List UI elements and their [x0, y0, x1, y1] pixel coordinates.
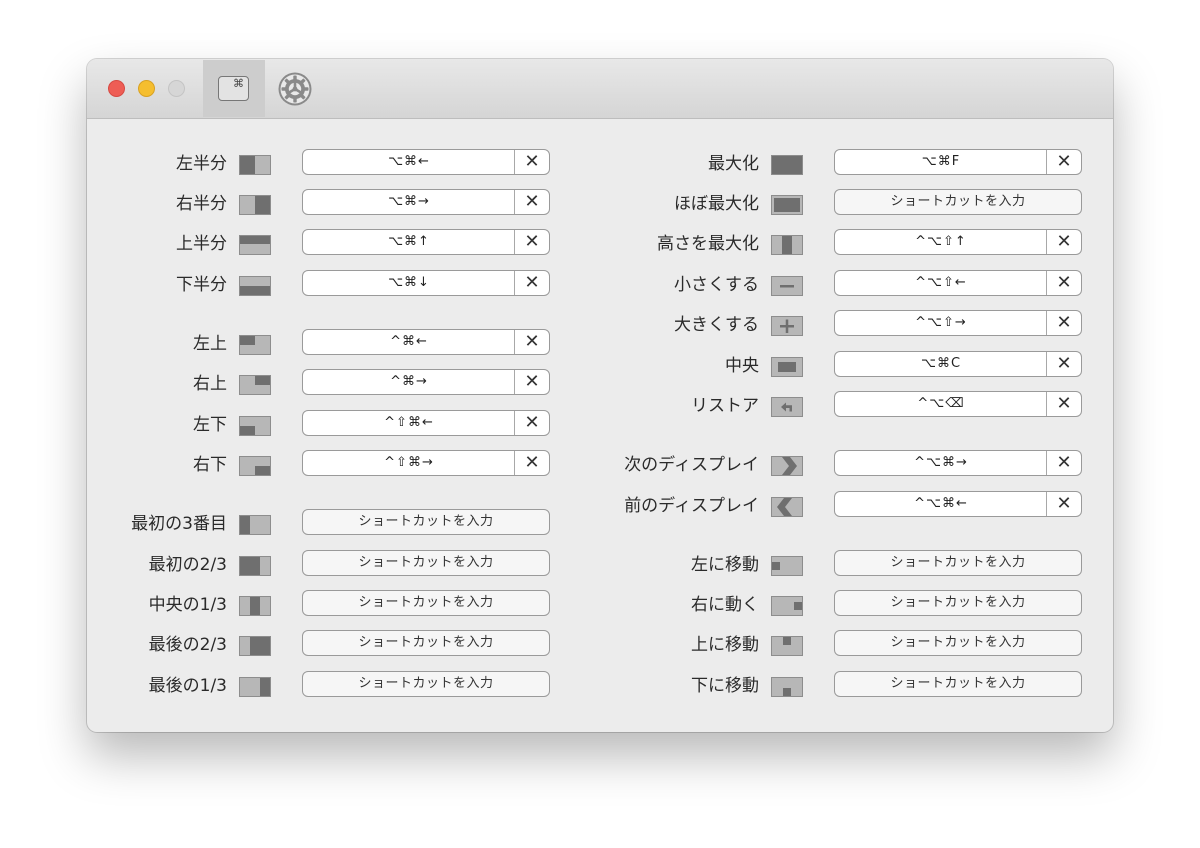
shortcut-label: 高さを最大化: [657, 234, 759, 254]
clear-shortcut-button[interactable]: ✕: [1046, 311, 1081, 335]
shortcut-recorder[interactable]: ^⌥⌘← ✕: [834, 491, 1082, 517]
shortcut-keys: ^⌥⇧→: [915, 315, 967, 330]
shortcut-keys: ^⌥⌘→: [914, 455, 968, 470]
shortcut-label: リストア: [691, 396, 759, 416]
shortcut-recorder[interactable]: ショートカットを入力: [834, 590, 1082, 616]
shortcut-label: 下に移動: [691, 676, 759, 696]
shortcut-recorder[interactable]: ショートカットを入力: [834, 550, 1082, 576]
shortcut-label: 中央: [725, 356, 759, 376]
shortcuts-window: ⌘ 左半分 ⌥⌘← ✕ 右半分 ⌥⌘→ ✕ 上半分 ⌥⌘↑ ✕ 下半分 ⌥⌘↓ …: [87, 59, 1113, 732]
shortcut-placeholder: ショートカットを入力: [890, 676, 1026, 691]
clear-shortcut-button[interactable]: ✕: [1046, 271, 1081, 295]
title-bar: ⌘: [87, 59, 1113, 119]
shortcut-recorder[interactable]: ショートカットを入力: [834, 630, 1082, 656]
shortcut-keys: ^⌥⌘←: [914, 496, 968, 511]
shortcut-recorder[interactable]: ^⌥⌫ ✕: [834, 391, 1082, 417]
shortcut-placeholder: ショートカットを入力: [890, 555, 1026, 570]
shortcut-label: 左に移動: [691, 555, 759, 575]
shortcut-placeholder: ショートカットを入力: [890, 595, 1026, 610]
minimize-window-button[interactable]: [138, 80, 155, 97]
shortcut-keys: ^⌥⇧←: [915, 275, 967, 290]
command-key-icon: ⌘: [218, 76, 249, 101]
clear-shortcut-button[interactable]: ✕: [1046, 451, 1081, 475]
move-down-icon: [771, 677, 803, 697]
plus-icon: [771, 316, 803, 336]
shortcut-row: 大きくする ^⌥⇧→ ✕: [87, 310, 1113, 340]
previous-display-icon: [771, 497, 803, 517]
shortcut-keys: ⌥⌘F: [921, 154, 961, 169]
close-window-button[interactable]: [108, 80, 125, 97]
shortcut-row: 最大化 ⌥⌘F ✕: [87, 149, 1113, 179]
shortcut-row: 下に移動 ショートカットを入力: [87, 671, 1113, 701]
shortcut-row: 高さを最大化 ^⌥⇧↑ ✕: [87, 229, 1113, 259]
shortcut-recorder[interactable]: ^⌥⇧← ✕: [834, 270, 1082, 296]
shortcut-label: 最大化: [708, 154, 759, 174]
gear-icon: [278, 72, 312, 106]
shortcut-recorder[interactable]: ショートカットを入力: [834, 189, 1082, 215]
shortcut-recorder[interactable]: ^⌥⇧↑ ✕: [834, 229, 1082, 255]
clear-shortcut-button[interactable]: ✕: [1046, 230, 1081, 254]
move-up-icon: [771, 636, 803, 656]
clear-shortcut-button[interactable]: ✕: [1046, 392, 1081, 416]
maximize-height-icon: [771, 235, 803, 255]
almost-maximize-icon: [771, 195, 803, 215]
zoom-window-button[interactable]: [168, 80, 185, 97]
toolbar-tab-settings[interactable]: [275, 70, 315, 108]
shortcut-recorder[interactable]: ショートカットを入力: [834, 671, 1082, 697]
shortcut-recorder[interactable]: ⌥⌘C ✕: [834, 351, 1082, 377]
shortcut-placeholder: ショートカットを入力: [890, 635, 1026, 650]
shortcut-recorder[interactable]: ^⌥⇧→ ✕: [834, 310, 1082, 336]
next-display-icon: [771, 456, 803, 476]
shortcut-settings-panel: 左半分 ⌥⌘← ✕ 右半分 ⌥⌘→ ✕ 上半分 ⌥⌘↑ ✕ 下半分 ⌥⌘↓ ✕ 左上 ^⌘← ✕ 右上 ^⌘→ ✕…: [87, 119, 1113, 732]
minus-icon: [771, 276, 803, 296]
shortcut-label: ほぼ最大化: [674, 194, 759, 214]
shortcut-keys: ^⌥⇧↑: [915, 234, 967, 249]
shortcut-row: リストア ^⌥⌫ ✕: [87, 391, 1113, 421]
toolbar-tab-shortcuts[interactable]: ⌘: [203, 60, 265, 117]
shortcut-placeholder: ショートカットを入力: [890, 194, 1026, 209]
shortcut-recorder[interactable]: ^⌥⌘→ ✕: [834, 450, 1082, 476]
clear-shortcut-button[interactable]: ✕: [1046, 352, 1081, 376]
shortcut-row: 中央 ⌥⌘C ✕: [87, 351, 1113, 381]
clear-shortcut-button[interactable]: ✕: [1046, 150, 1081, 174]
shortcut-row: 左に移動 ショートカットを入力: [87, 550, 1113, 580]
move-left-icon: [771, 556, 803, 576]
shortcut-row: 前のディスプレイ ^⌥⌘← ✕: [87, 491, 1113, 521]
shortcut-row: 右に動く ショートカットを入力: [87, 590, 1113, 620]
clear-shortcut-button[interactable]: ✕: [1046, 492, 1081, 516]
shortcut-keys: ^⌥⌫: [917, 396, 965, 411]
center-icon: [771, 357, 803, 377]
maximize-icon: [771, 155, 803, 175]
shortcut-keys: ⌥⌘C: [920, 356, 962, 371]
shortcut-recorder[interactable]: ⌥⌘F ✕: [834, 149, 1082, 175]
shortcut-label: 右に動く: [691, 595, 759, 615]
restore-icon: [771, 397, 803, 417]
shortcut-label: 上に移動: [691, 635, 759, 655]
shortcut-label: 小さくする: [674, 275, 759, 295]
shortcut-label: 次のディスプレイ: [624, 455, 759, 475]
shortcut-row: ほぼ最大化 ショートカットを入力: [87, 189, 1113, 219]
shortcut-label: 前のディスプレイ: [624, 496, 759, 516]
shortcut-row: 上に移動 ショートカットを入力: [87, 630, 1113, 660]
move-right-icon: [771, 596, 803, 616]
shortcut-label: 大きくする: [674, 315, 759, 335]
shortcut-row: 次のディスプレイ ^⌥⌘→ ✕: [87, 450, 1113, 480]
shortcut-row: 小さくする ^⌥⇧← ✕: [87, 270, 1113, 300]
